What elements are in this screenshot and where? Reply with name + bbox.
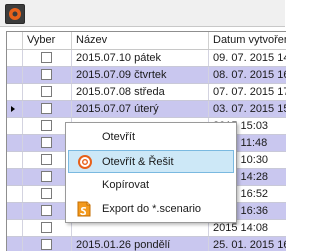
select-checkbox[interactable] [41,222,52,233]
column-header-name[interactable]: Název [72,32,209,49]
menu-item-label: Otevřít & Řešit [102,156,174,168]
grid-header: Vyber Název Datum vytvoření [7,32,286,50]
menu-item-label: Kopírovat [102,179,150,191]
menu-button[interactable] [5,4,25,24]
select-cell [23,237,72,251]
select-checkbox[interactable] [41,137,52,148]
select-cell [23,67,72,83]
menu-item-export-scenario[interactable]: Export do *.scenario [68,198,234,221]
column-header-date[interactable]: Datum vytvoření [209,32,286,49]
name-cell: 2015.07.10 pátek [72,50,209,66]
select-checkbox[interactable] [41,205,52,216]
table-row[interactable]: 2015.07.10 pátek 09. 07. 2015 14:4 [7,50,286,67]
row-header[interactable] [7,203,23,219]
date-cell: 07. 07. 2015 17:17 [213,86,286,98]
name-cell: 2015.01.26 pondělí [72,237,209,251]
date-cell: 03. 07. 2015 15:13 [213,103,286,115]
menu-item-label: Export do *.scenario [102,203,202,215]
row-header[interactable] [7,169,23,185]
app-menu-icon [9,8,21,20]
date-cell: 25. 01. 2015 16:47 [213,239,286,251]
row-header[interactable] [7,84,23,100]
row-header[interactable] [7,50,23,66]
menu-item-copy[interactable]: Kopírovat [68,174,234,197]
select-checkbox[interactable] [41,103,52,114]
select-cell [23,101,72,117]
select-checkbox[interactable] [41,171,52,182]
name-cell: 2015.07.08 středa [72,84,209,100]
table-row[interactable]: 2015.07.08 středa 07. 07. 2015 17:17 [7,84,286,101]
menu-item-label: Otevřít [102,131,136,143]
row-header[interactable] [7,67,23,83]
select-checkbox[interactable] [41,120,52,131]
select-checkbox[interactable] [41,86,52,97]
select-checkbox[interactable] [41,239,52,250]
table-row[interactable]: 2015.01.26 pondělí 25. 01. 2015 16:47 [7,237,286,251]
menu-item-open-solve[interactable]: Otevřít & Řešit [68,150,234,173]
row-header[interactable] [7,152,23,168]
column-header-select[interactable]: Vyber [23,32,72,49]
row-header[interactable] [7,135,23,151]
row-header[interactable] [7,220,23,236]
select-cell [23,50,72,66]
name-cell: 2015.07.07 úterý [72,101,209,117]
context-menu: Otevřít Otevřít & Řešit Kopírovat Export… [65,122,237,223]
row-header[interactable] [7,118,23,134]
table-row[interactable]: 2015.07.09 čtvrtek 08. 07. 2015 16:25 [7,67,286,84]
date-cell: 09. 07. 2015 14:4 [213,52,286,64]
select-checkbox[interactable] [41,188,52,199]
row-header[interactable] [7,237,23,251]
toolbar [0,0,285,27]
current-row-arrow-icon [11,106,15,112]
select-checkbox[interactable] [41,154,52,165]
scenario-file-icon [77,201,91,217]
row-header-corner [7,32,23,49]
menu-item-open[interactable]: Otevřít [68,126,234,149]
table-row[interactable]: 2015.07.07 úterý 03. 07. 2015 15:13 [7,101,286,118]
row-header[interactable] [7,186,23,202]
name-cell: 2015.07.09 čtvrtek [72,67,209,83]
row-header[interactable] [7,101,23,117]
select-checkbox[interactable] [41,52,52,63]
gear-icon [78,155,92,169]
select-checkbox[interactable] [41,69,52,80]
date-cell: 08. 07. 2015 16:25 [213,69,286,81]
select-cell [23,84,72,100]
